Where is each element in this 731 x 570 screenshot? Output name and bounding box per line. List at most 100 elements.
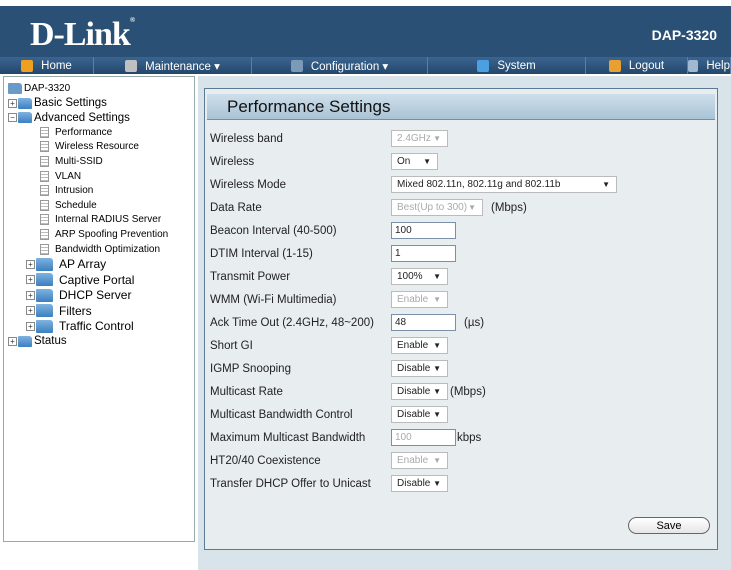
folder-icon	[36, 304, 53, 318]
multicast-bandwidth-control-select[interactable]: Disable ▼	[391, 406, 448, 423]
row-wmm-wi-fi-multimedia: WMM (Wi-Fi Multimedia) Enable ▼	[210, 288, 448, 311]
wireless-band-select: 2.4GHz ▼	[391, 130, 448, 147]
unit-label: (Mbps)	[491, 201, 527, 214]
nav-logout[interactable]: Logout	[586, 57, 688, 74]
expand-icon[interactable]: +	[26, 290, 35, 300]
data-rate-select: Best(Up to 300) ▼	[391, 199, 483, 216]
row-beacon-interval-40-500: Beacon Interval (40-500) 100	[210, 219, 456, 242]
unit-label: (Mbps)	[450, 385, 486, 398]
page-icon	[40, 185, 49, 197]
expand-icon[interactable]: +	[8, 336, 17, 346]
field-label: Wireless	[210, 155, 255, 168]
field-label: Multicast Rate	[210, 385, 283, 398]
tree-folder-dhcp-server[interactable]: + DHCP Server	[8, 287, 194, 303]
tree-item-intrusion[interactable]: Intrusion	[8, 183, 194, 198]
ht20-40-coexistence-select: Enable ▼	[391, 452, 448, 469]
multicast-rate-select[interactable]: Disable ▼	[391, 383, 448, 400]
row-maximum-multicast-bandwidth: Maximum Multicast Bandwidth 100 kbps	[210, 426, 481, 449]
globe-icon	[477, 59, 490, 72]
save-button[interactable]: Save	[628, 517, 710, 534]
chevron-down-icon: ▼	[468, 203, 476, 212]
ack-time-out-2-4ghz-48-200-input[interactable]: 48	[391, 314, 456, 331]
performance-settings-panel: Performance Settings Wireless band 2.4GHz…	[204, 88, 718, 550]
tree-item-bandwidth-optimization[interactable]: Bandwidth Optimization	[8, 242, 194, 257]
home-icon	[21, 59, 34, 72]
nav-maintenance[interactable]: Maintenance ▾	[94, 57, 252, 74]
tree-item-wireless-resource[interactable]: Wireless Resource	[8, 140, 194, 155]
page-icon	[40, 141, 49, 153]
folder-open-icon	[18, 112, 32, 124]
page-icon	[40, 156, 49, 168]
nav-home[interactable]: Home	[0, 57, 94, 74]
tree-folder-traffic-control[interactable]: + Traffic Control	[8, 318, 194, 334]
beacon-interval-40-500-input[interactable]: 100	[391, 222, 456, 239]
page-icon	[40, 126, 49, 138]
expand-icon[interactable]: +	[26, 306, 35, 316]
tree-folder-filters[interactable]: + Filters	[8, 303, 194, 319]
folder-icon	[36, 319, 53, 333]
row-wireless: Wireless On ▼	[210, 150, 438, 173]
tree-item-internal-radius-server[interactable]: Internal RADIUS Server	[8, 213, 194, 228]
row-ht20-40-coexistence: HT20/40 Coexistence Enable ▼	[210, 449, 448, 472]
nav-label: System	[497, 59, 536, 72]
row-short-gi: Short GI Enable ▼	[210, 334, 448, 357]
field-label: Wireless band	[210, 132, 283, 145]
nav-system[interactable]: System	[428, 57, 586, 74]
tree-item-performance[interactable]: Performance	[8, 125, 194, 140]
chevron-down-icon: ▼	[433, 479, 441, 488]
chevron-down-icon: ▼	[433, 272, 441, 281]
chevron-down-icon: ▼	[433, 295, 441, 304]
wireless-select[interactable]: On ▼	[391, 153, 438, 170]
row-dtim-interval-1-15: DTIM Interval (1-15) 1	[210, 242, 456, 265]
tree-item-multi-ssid[interactable]: Multi-SSID	[8, 154, 194, 169]
nav-label: Help	[706, 59, 730, 72]
row-transmit-power: Transmit Power 100% ▼	[210, 265, 448, 288]
tree-status[interactable]: + Status	[8, 334, 194, 349]
transfer-dhcp-offer-to-unicast-select[interactable]: Disable ▼	[391, 475, 448, 492]
key-icon	[608, 59, 621, 72]
tree-basic-settings[interactable]: + Basic Settings	[8, 96, 194, 111]
tree-item-vlan[interactable]: VLAN	[8, 169, 194, 184]
tree-folder-captive-portal[interactable]: + Captive Portal	[8, 272, 194, 288]
folder-icon	[18, 97, 32, 109]
field-label: DTIM Interval (1-15)	[210, 247, 313, 260]
nav-help[interactable]: Help	[688, 57, 731, 74]
collapse-icon[interactable]: −	[8, 113, 17, 123]
wmm-wi-fi-multimedia-select: Enable ▼	[391, 291, 448, 308]
page-icon	[40, 170, 49, 182]
tree-advanced-settings[interactable]: − Advanced Settings	[8, 110, 194, 125]
page-title: Performance Settings	[207, 94, 715, 120]
field-label: Ack Time Out (2.4GHz, 48~200)	[210, 316, 374, 329]
folder-icon	[36, 288, 53, 302]
field-label: IGMP Snooping	[210, 362, 291, 375]
field-label: Transfer DHCP Offer to Unicast	[210, 477, 371, 490]
tree-folder-ap-array[interactable]: + AP Array	[8, 256, 194, 272]
expand-icon[interactable]: +	[8, 98, 17, 108]
page-icon	[40, 199, 49, 211]
help-icon	[688, 59, 699, 72]
expand-icon[interactable]: +	[26, 259, 35, 269]
chevron-down-icon: ▼	[433, 410, 441, 419]
chevron-down-icon: ▼	[433, 364, 441, 373]
dtim-interval-1-15-input[interactable]: 1	[391, 245, 456, 262]
expand-icon[interactable]: +	[26, 321, 35, 331]
row-data-rate: Data Rate Best(Up to 300) ▼ (Mbps)	[210, 196, 527, 219]
transmit-power-select[interactable]: 100% ▼	[391, 268, 448, 285]
igmp-snooping-select[interactable]: Disable ▼	[391, 360, 448, 377]
nav-configuration[interactable]: Configuration ▾	[252, 57, 428, 74]
tree-item-arp-spoofing-prevention[interactable]: ARP Spoofing Prevention	[8, 227, 194, 242]
tree-root[interactable]: DAP-3320	[8, 81, 194, 96]
chevron-down-icon: ▼	[423, 157, 431, 166]
chevron-down-icon: ▼	[433, 341, 441, 350]
expand-icon[interactable]: +	[26, 275, 35, 285]
field-label: Maximum Multicast Bandwidth	[210, 431, 366, 444]
tree-item-schedule[interactable]: Schedule	[8, 198, 194, 213]
short-gi-select[interactable]: Enable ▼	[391, 337, 448, 354]
wireless-mode-select[interactable]: Mixed 802.11n, 802.11g and 802.11b ▼	[391, 176, 617, 193]
nav-label: Maintenance ▾	[145, 60, 220, 73]
field-label: WMM (Wi-Fi Multimedia)	[210, 293, 337, 306]
row-wireless-band: Wireless band 2.4GHz ▼	[210, 127, 448, 150]
header: D-Link® DAP-3320	[0, 6, 731, 57]
unit-label: (µs)	[464, 316, 485, 329]
nav-label: Configuration ▾	[310, 60, 389, 73]
